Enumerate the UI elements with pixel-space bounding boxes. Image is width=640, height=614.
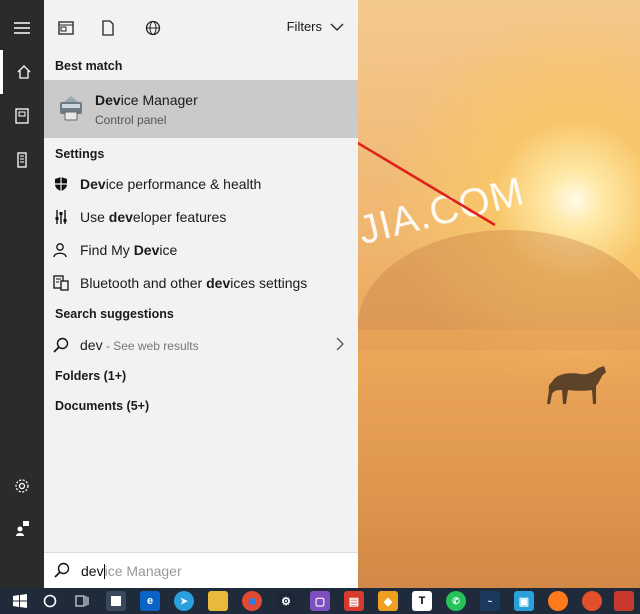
start-left-rail bbox=[0, 0, 44, 588]
home-button[interactable] bbox=[0, 50, 44, 94]
suggestion-label: dev - See web results bbox=[80, 337, 199, 353]
person-icon bbox=[52, 241, 70, 259]
app-red[interactable]: ▤ bbox=[344, 591, 364, 611]
task-view-icon bbox=[75, 595, 89, 607]
search-results-panel: Filters Best match Device Manager Contro… bbox=[44, 0, 358, 588]
app-icon: ~ bbox=[487, 596, 493, 606]
search-icon bbox=[54, 562, 70, 581]
chrome-icon bbox=[248, 597, 256, 605]
feedback-button[interactable] bbox=[0, 506, 44, 550]
document-icon bbox=[102, 20, 114, 36]
app-purple[interactable]: ▢ bbox=[310, 591, 330, 611]
steam-app[interactable]: ⚙ bbox=[276, 591, 296, 611]
app-icon: ▣ bbox=[518, 595, 530, 608]
edge-icon: e bbox=[146, 595, 154, 607]
windows-logo-icon bbox=[13, 594, 27, 608]
best-match-device-manager[interactable]: Device Manager Control panel bbox=[44, 80, 358, 138]
apps-filter-tab[interactable] bbox=[54, 16, 78, 40]
web-filter-tab[interactable] bbox=[141, 16, 165, 40]
app-blue-dark[interactable]: ~ bbox=[480, 591, 500, 611]
store-app[interactable] bbox=[106, 591, 126, 611]
developer-icon bbox=[52, 208, 70, 226]
app-icon: ▢ bbox=[314, 595, 326, 608]
device-button[interactable] bbox=[0, 138, 44, 182]
device-manager-icon bbox=[60, 96, 82, 121]
setting-developer-features[interactable]: Use developer features bbox=[44, 201, 358, 233]
setting-find-my-device[interactable]: Find My Device bbox=[44, 234, 358, 266]
cortana-circle-icon bbox=[43, 594, 57, 608]
edge-app[interactable]: e bbox=[140, 591, 160, 611]
setting-label: Find My Device bbox=[80, 242, 178, 258]
notebook-icon bbox=[15, 108, 29, 124]
app-blue[interactable]: ▣ bbox=[514, 591, 534, 611]
settings-header: Settings bbox=[55, 147, 105, 161]
search-icon bbox=[52, 336, 70, 354]
app-orange[interactable]: ◆ bbox=[378, 591, 398, 611]
task-view-button[interactable] bbox=[72, 591, 92, 611]
documents-filter-tab[interactable] bbox=[96, 16, 120, 40]
app-white[interactable]: T bbox=[412, 591, 432, 611]
file-explorer-app[interactable] bbox=[208, 591, 228, 611]
app-window-icon bbox=[58, 21, 74, 35]
hamburger-menu-button[interactable] bbox=[0, 6, 44, 50]
filters-dropdown[interactable]: Filters bbox=[287, 19, 344, 34]
best-match-header: Best match bbox=[55, 59, 123, 73]
best-match-subtitle: Control panel bbox=[95, 113, 167, 127]
devices-icon bbox=[52, 274, 70, 292]
start-button[interactable] bbox=[10, 591, 30, 611]
hamburger-icon bbox=[14, 22, 30, 34]
documents-header[interactable]: Documents (5+) bbox=[55, 399, 149, 413]
folders-header[interactable]: Folders (1+) bbox=[55, 369, 126, 383]
home-icon bbox=[17, 65, 30, 79]
steam-icon: ⚙ bbox=[281, 595, 291, 608]
chrome-app[interactable] bbox=[242, 591, 262, 611]
app-red-round[interactable] bbox=[614, 591, 634, 611]
setting-device-performance[interactable]: Device performance & health bbox=[44, 168, 358, 200]
chevron-right-icon bbox=[336, 337, 344, 354]
taskbar: e ➤ ⚙ ▢ ▤ ◆ T ✆ ~ ▣ bbox=[0, 588, 640, 614]
filters-label: Filters bbox=[286, 19, 322, 34]
search-suggestion-dev[interactable]: dev - See web results bbox=[44, 329, 358, 361]
whatsapp-app[interactable]: ✆ bbox=[446, 591, 466, 611]
setting-label: Bluetooth and other devices settings bbox=[80, 275, 308, 291]
app-icon: ◆ bbox=[383, 595, 393, 608]
cortana-button[interactable] bbox=[40, 591, 60, 611]
search-input-text[interactable]: device Manager bbox=[81, 563, 182, 579]
user-feedback-icon bbox=[16, 521, 29, 536]
search-suggestions-header: Search suggestions bbox=[55, 307, 174, 321]
app-icon: ▤ bbox=[348, 595, 360, 608]
setting-label: Device performance & health bbox=[80, 176, 262, 192]
settings-button[interactable] bbox=[0, 464, 44, 508]
gear-icon bbox=[15, 479, 29, 493]
app-icon: T bbox=[418, 595, 426, 607]
firefox-app[interactable] bbox=[548, 591, 568, 611]
app-orange-round[interactable] bbox=[582, 591, 602, 611]
tower-icon bbox=[17, 152, 27, 168]
chevron-down-icon bbox=[330, 23, 344, 31]
setting-label: Use developer features bbox=[80, 209, 227, 225]
whatsapp-icon: ✆ bbox=[452, 595, 460, 606]
documents-button[interactable] bbox=[0, 94, 44, 138]
telegram-icon: ➤ bbox=[180, 595, 188, 606]
search-box[interactable]: device Manager bbox=[44, 552, 358, 589]
setting-bluetooth-devices[interactable]: Bluetooth and other devices settings bbox=[44, 267, 358, 299]
panel-filter-bar: Filters bbox=[44, 0, 358, 56]
store-icon bbox=[111, 596, 121, 606]
hyena-silhouette bbox=[547, 366, 606, 404]
globe-icon bbox=[145, 20, 161, 36]
telegram-app[interactable]: ➤ bbox=[174, 591, 194, 611]
best-match-title: Device Manager bbox=[95, 92, 198, 108]
shield-icon bbox=[52, 175, 70, 193]
